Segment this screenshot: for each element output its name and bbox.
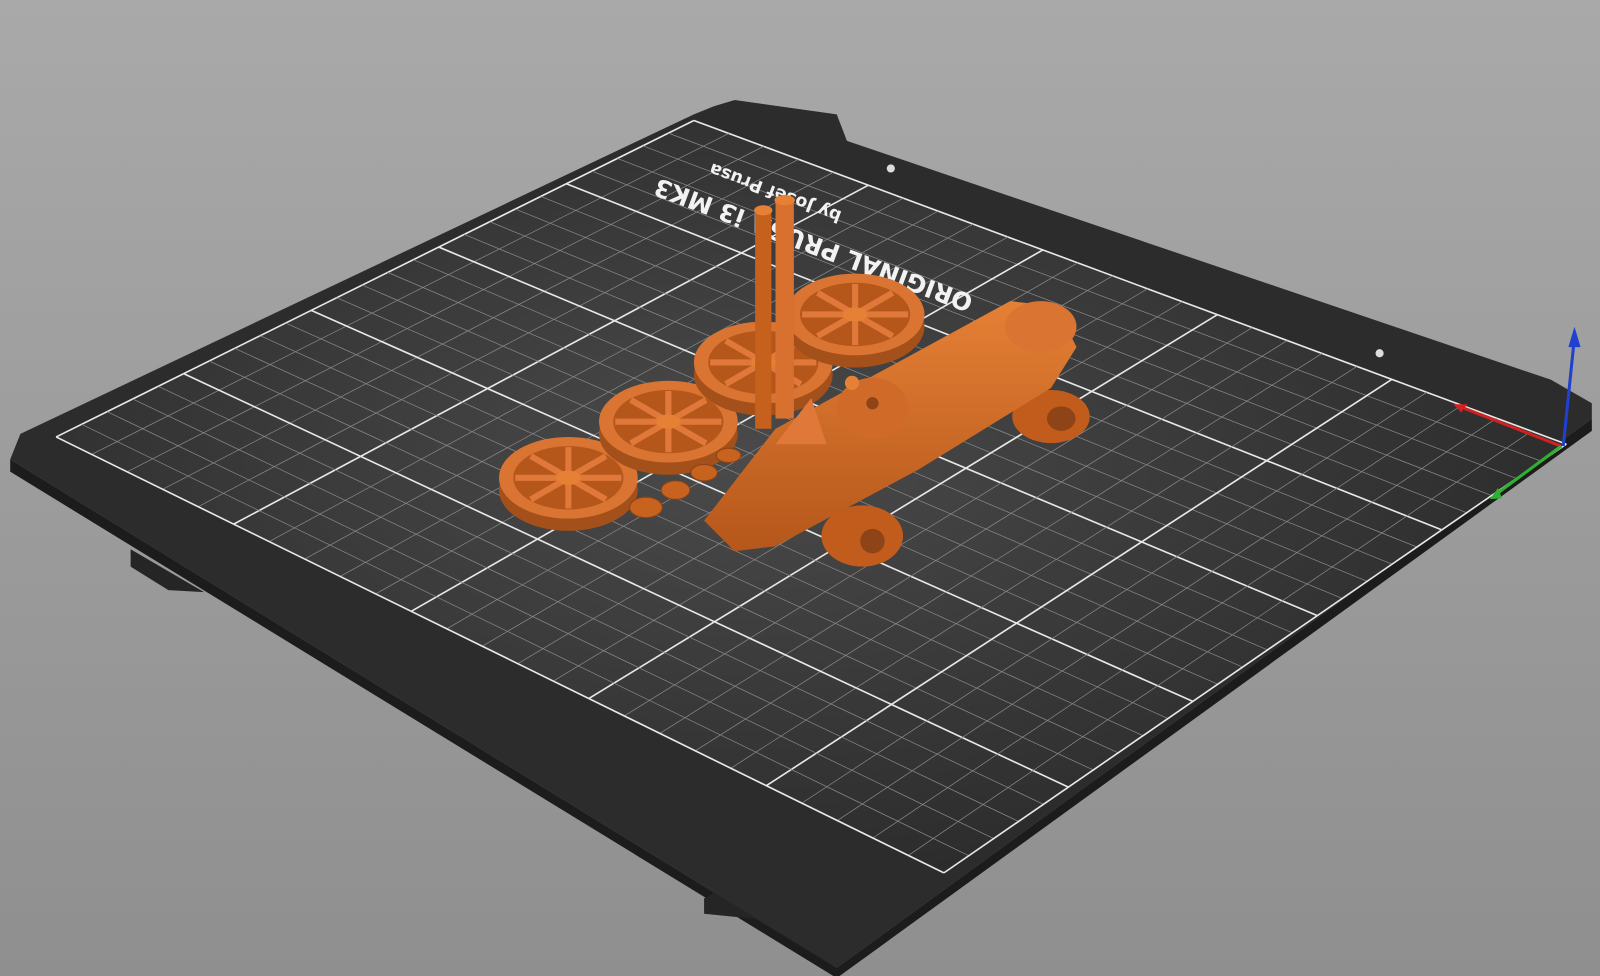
model-wheel[interactable] (785, 273, 925, 368)
bed-hole (886, 164, 895, 173)
3d-viewport[interactable]: ORIGINAL PRUSA i3 MK3 by Josef Prusa (0, 0, 1600, 976)
bed-hole (1375, 349, 1384, 358)
